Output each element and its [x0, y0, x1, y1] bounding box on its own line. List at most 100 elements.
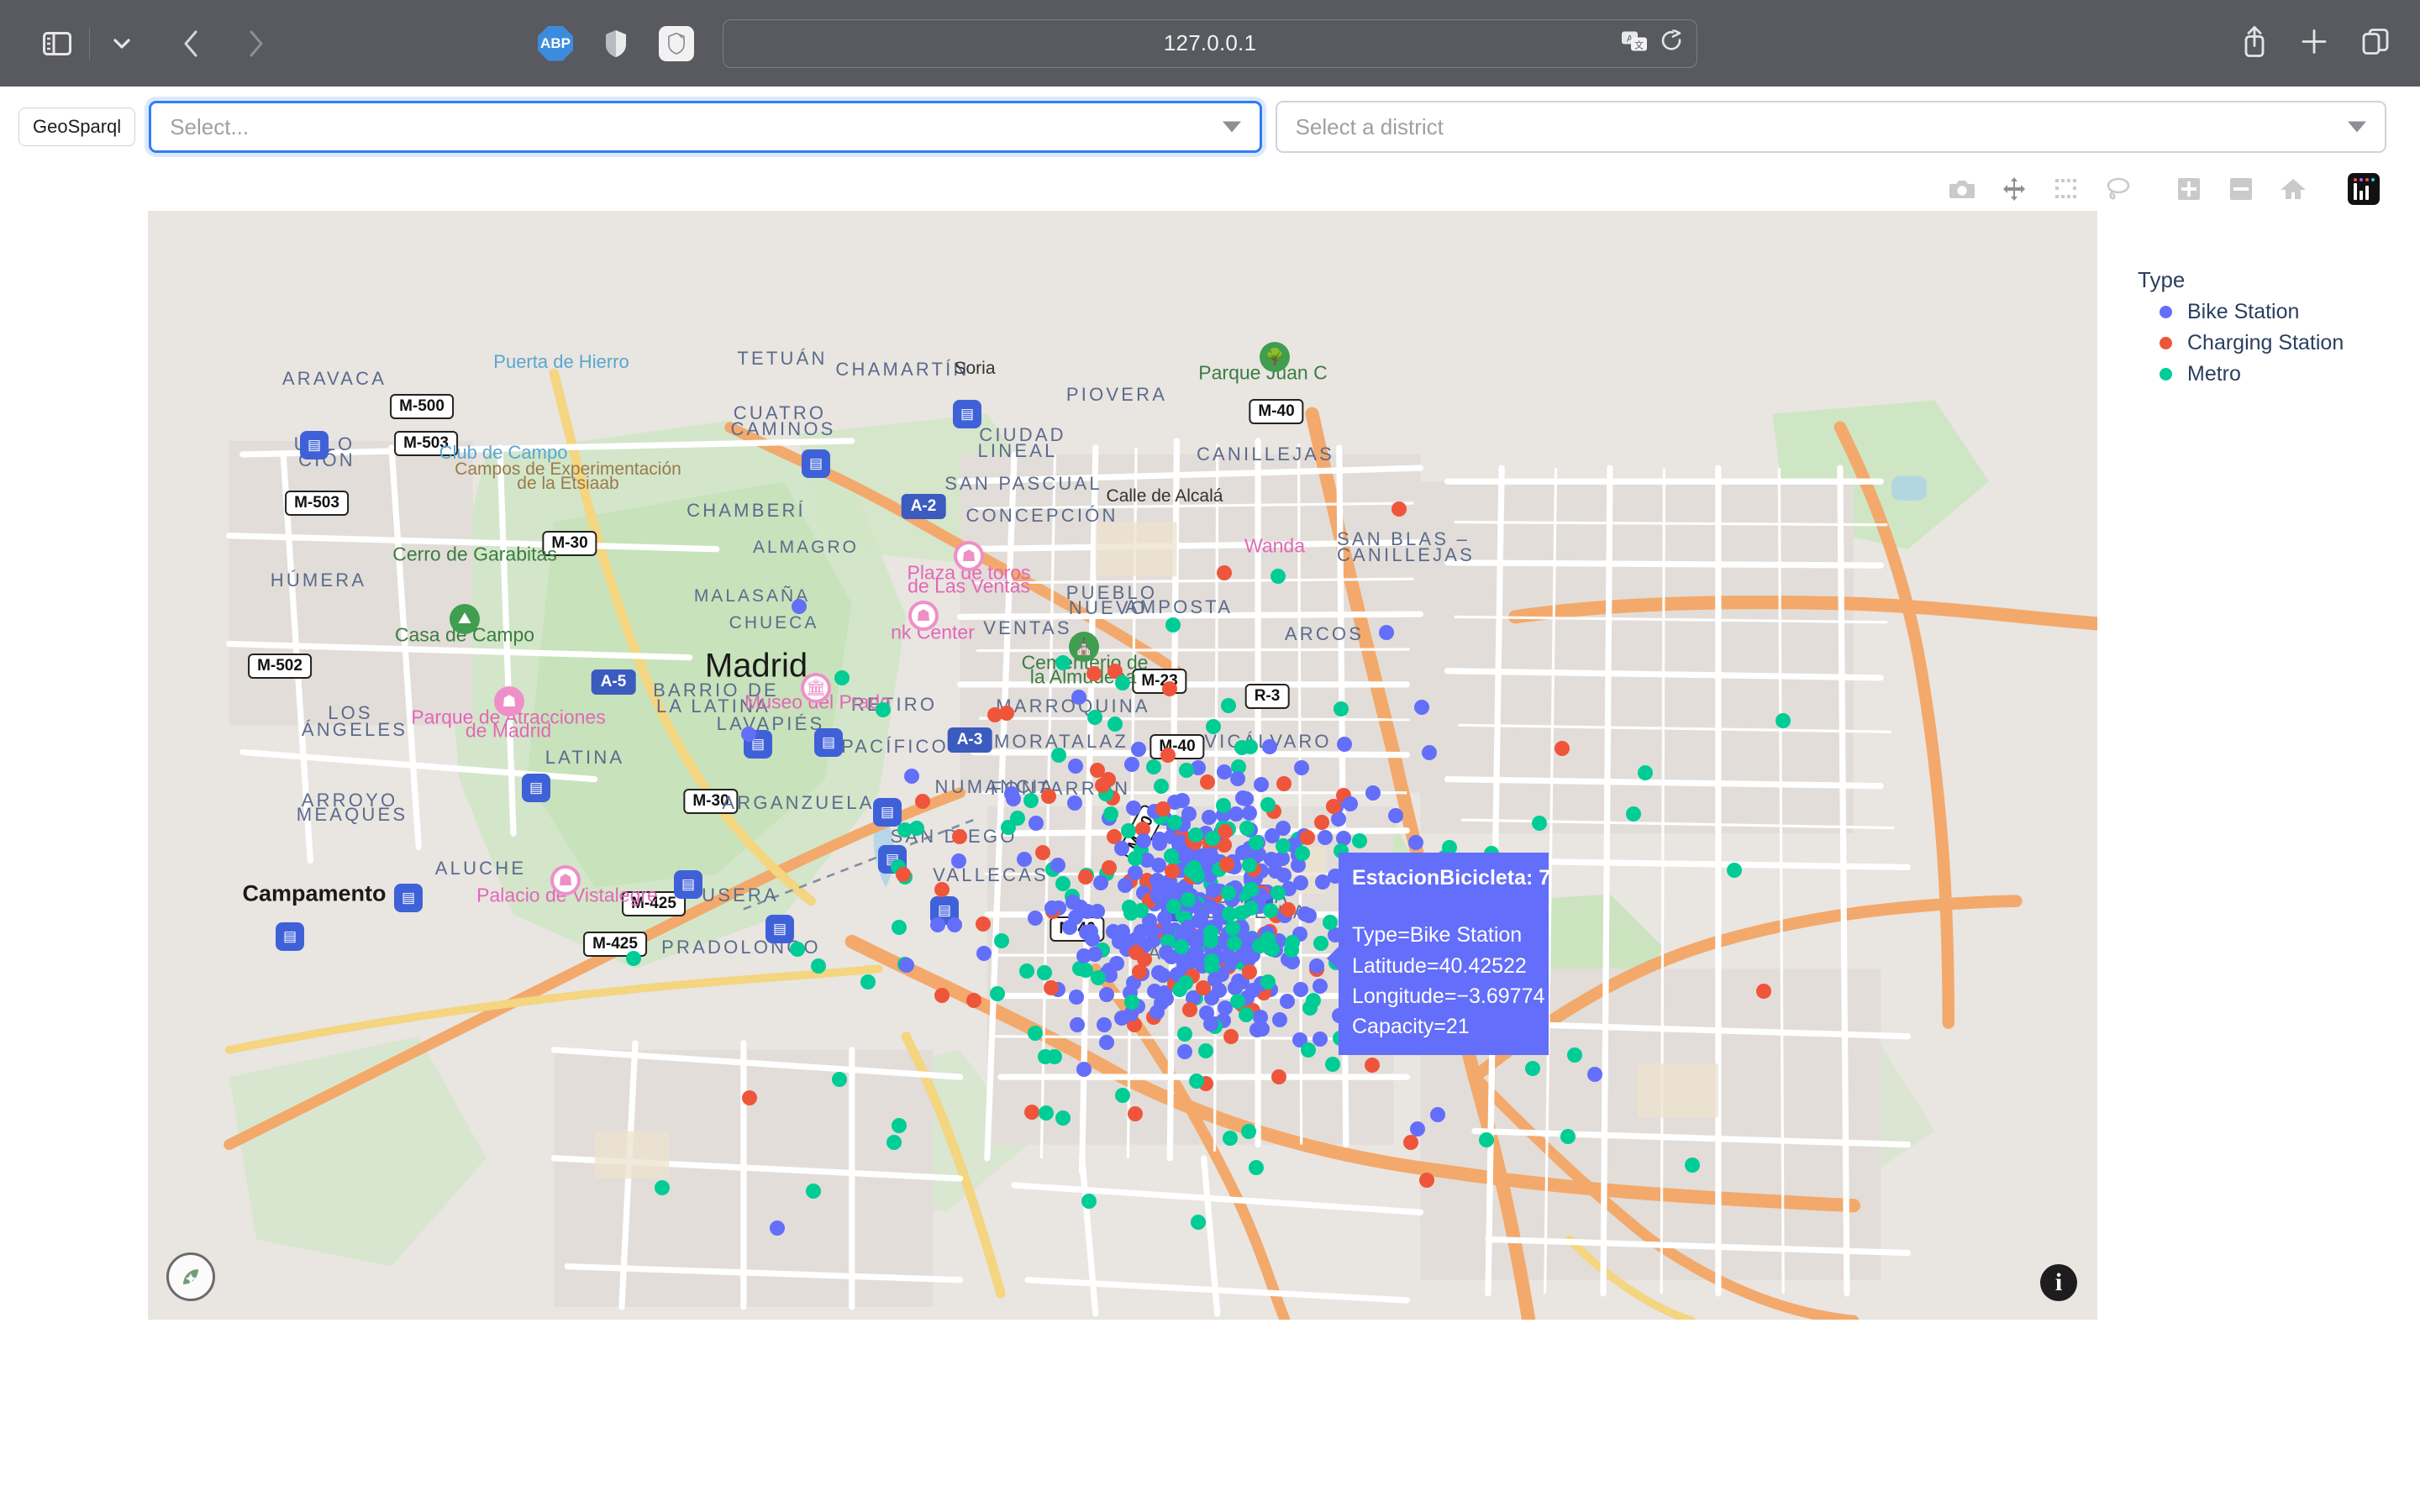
map-scatter-point[interactable]: [1388, 807, 1404, 823]
map-scatter-point[interactable]: [1300, 1042, 1316, 1058]
map-scatter-point[interactable]: [1225, 920, 1241, 936]
map-scatter-point[interactable]: [987, 706, 1003, 722]
map-scatter-point[interactable]: [965, 993, 981, 1009]
map-scatter-point[interactable]: [1068, 990, 1084, 1005]
map-scatter-point[interactable]: [1198, 1043, 1214, 1059]
map-scatter-point[interactable]: [1201, 809, 1217, 825]
map-scatter-point[interactable]: [1107, 716, 1123, 732]
map-scatter-point[interactable]: [1028, 911, 1044, 927]
map-scatter-point[interactable]: [1127, 1106, 1143, 1122]
map-scatter-point[interactable]: [1554, 740, 1570, 756]
pan-button[interactable]: [1988, 170, 2040, 208]
legend-item-metro[interactable]: Metro: [2160, 362, 2415, 386]
map-scatter-point[interactable]: [1181, 1001, 1197, 1017]
map-scatter-point[interactable]: [1219, 856, 1235, 872]
map-scatter-point[interactable]: [1270, 1069, 1286, 1085]
map-scatter-point[interactable]: [1312, 979, 1328, 995]
map-scatter-point[interactable]: [1262, 739, 1278, 755]
map-scatter-point[interactable]: [1365, 1057, 1381, 1073]
map-scatter-point[interactable]: [1078, 963, 1094, 979]
map-scatter-point[interactable]: [1188, 1074, 1204, 1089]
privacy-shield-icon[interactable]: [659, 25, 694, 61]
address-bar[interactable]: 127.0.0.1 A 文: [723, 18, 1697, 68]
map-attribution-button[interactable]: i: [2040, 1264, 2077, 1301]
map-scatter-point[interactable]: [1223, 1029, 1239, 1045]
map-scatter-point[interactable]: [1172, 981, 1188, 997]
new-tab-button[interactable]: [2301, 28, 2328, 59]
map-scatter-point[interactable]: [1252, 1009, 1268, 1025]
map-scatter-point[interactable]: [1403, 1134, 1419, 1150]
map-scatter-point[interactable]: [1077, 869, 1093, 885]
map-scatter-point[interactable]: [1114, 675, 1130, 690]
map-scatter-point[interactable]: [1317, 830, 1333, 846]
reset-view-button[interactable]: [2267, 170, 2319, 208]
map-scatter-point[interactable]: [951, 853, 967, 869]
map-scatter-point[interactable]: [1204, 953, 1220, 969]
map-scatter-point[interactable]: [1263, 903, 1279, 919]
map-scatter-point[interactable]: [1314, 874, 1330, 890]
map-scatter-point[interactable]: [1181, 891, 1197, 907]
map-scatter-point[interactable]: [1136, 832, 1152, 848]
map-scatter-point[interactable]: [805, 1184, 821, 1200]
map-scatter-point[interactable]: [1684, 1157, 1700, 1173]
map-scatter-point[interactable]: [915, 794, 931, 810]
map-scatter-point[interactable]: [1123, 905, 1139, 921]
map-scatter-point[interactable]: [1301, 908, 1317, 924]
map-scatter-point[interactable]: [1131, 963, 1147, 979]
map-scatter-point[interactable]: [1125, 800, 1141, 816]
box-select-button[interactable]: [2040, 170, 2092, 208]
map-scatter-point[interactable]: [1155, 801, 1171, 816]
map-scatter-point[interactable]: [1086, 947, 1102, 963]
map-scatter-point[interactable]: [625, 950, 641, 966]
map-scatter-point[interactable]: [1152, 835, 1168, 851]
zoom-out-button[interactable]: [2215, 170, 2267, 208]
map-scatter-point[interactable]: [1324, 1057, 1340, 1073]
map-scatter-point[interactable]: [1249, 834, 1265, 850]
map-scatter-point[interactable]: [1175, 792, 1191, 808]
map-scatter-point[interactable]: [1322, 914, 1338, 930]
map-scatter-point[interactable]: [876, 702, 892, 718]
map-scatter-point[interactable]: [1418, 1173, 1434, 1189]
map-scatter-point[interactable]: [1203, 1016, 1219, 1032]
lasso-select-button[interactable]: [2092, 170, 2144, 208]
map-scatter-point[interactable]: [1123, 994, 1139, 1010]
map-scatter-point[interactable]: [1566, 1047, 1582, 1063]
map-scatter-point[interactable]: [1218, 824, 1234, 840]
map-scatter-point[interactable]: [1408, 834, 1424, 850]
map-scatter-point[interactable]: [993, 932, 1009, 948]
map-scatter-point[interactable]: [1121, 823, 1137, 839]
map-scatter-point[interactable]: [1128, 945, 1144, 961]
map-scatter-point[interactable]: [1586, 1066, 1602, 1082]
map-scatter-point[interactable]: [1089, 904, 1105, 920]
map-scatter-point[interactable]: [934, 882, 950, 898]
map-scatter-point[interactable]: [1146, 759, 1162, 775]
map-scatter-point[interactable]: [1429, 1107, 1445, 1122]
map-scatter-point[interactable]: [1352, 832, 1368, 848]
map-scatter-point[interactable]: [1165, 617, 1181, 633]
map-scatter-point[interactable]: [1028, 1025, 1044, 1041]
map-scatter-point[interactable]: [1102, 806, 1118, 822]
map-scatter-point[interactable]: [1128, 864, 1144, 880]
chevron-down-icon[interactable]: [98, 20, 145, 67]
map-scatter-point[interactable]: [1019, 963, 1035, 979]
download-plot-button[interactable]: [1936, 170, 1988, 208]
map-scatter-point[interactable]: [1238, 790, 1254, 806]
map-scatter-point[interactable]: [1276, 868, 1292, 884]
map-scatter-point[interactable]: [1312, 1031, 1328, 1047]
map-scatter-point[interactable]: [1046, 1049, 1062, 1065]
map-scatter-point[interactable]: [1302, 1000, 1318, 1016]
map-scatter-point[interactable]: [1241, 806, 1257, 822]
map-scatter-point[interactable]: [1244, 882, 1260, 898]
map-scatter-point[interactable]: [1147, 983, 1163, 999]
map-scatter-point[interactable]: [791, 598, 807, 614]
map-scatter-point[interactable]: [1775, 712, 1791, 728]
map-scatter-point[interactable]: [1086, 709, 1102, 725]
map-scatter-point[interactable]: [1071, 689, 1086, 705]
map-scatter-point[interactable]: [1101, 860, 1117, 876]
map-scatter-point[interactable]: [1270, 885, 1286, 900]
map-scatter-point[interactable]: [1283, 942, 1299, 958]
map-scatter-point[interactable]: [1199, 774, 1215, 790]
map-scatter-point[interactable]: [1067, 795, 1083, 811]
zoom-in-button[interactable]: [2163, 170, 2215, 208]
map-scatter-point[interactable]: [1044, 979, 1060, 995]
